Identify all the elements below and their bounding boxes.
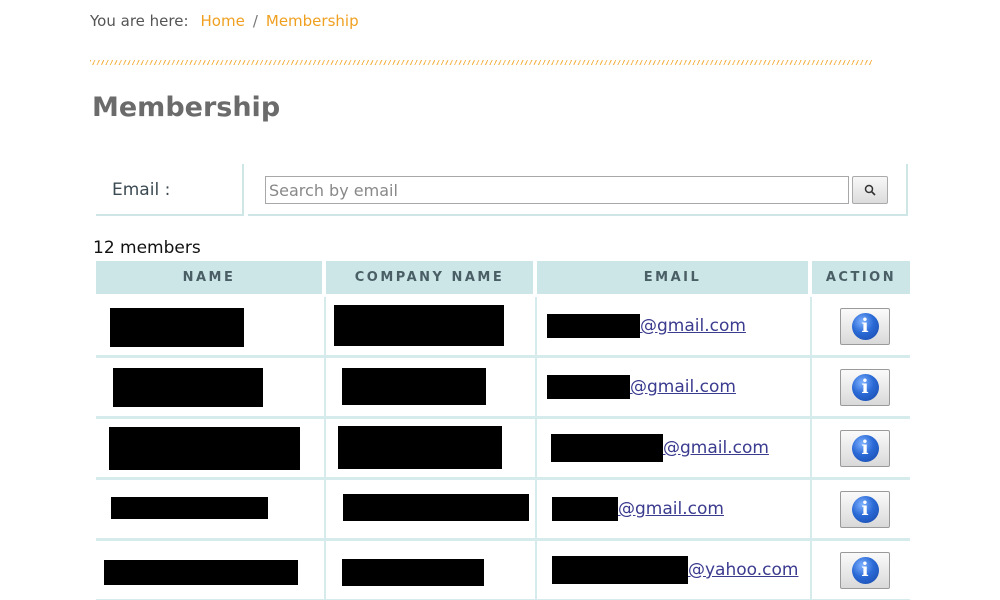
- name-cell: [96, 358, 326, 419]
- page-title: Membership: [92, 92, 281, 123]
- info-button[interactable]: i: [840, 308, 890, 345]
- breadcrumb: You are here: Home / Membership: [90, 12, 359, 30]
- company-cell: [326, 419, 537, 480]
- email-domain: @gmail.com: [618, 499, 724, 519]
- action-cell: i: [812, 419, 910, 480]
- redacted-email-user: [547, 314, 640, 338]
- breadcrumb-label: You are here:: [90, 12, 189, 30]
- email-link[interactable]: @yahoo.com: [552, 556, 799, 584]
- info-button[interactable]: i: [840, 369, 890, 406]
- info-icon: i: [851, 435, 879, 462]
- info-button[interactable]: i: [840, 430, 890, 467]
- action-cell: i: [812, 480, 910, 541]
- breadcrumb-separator: /: [252, 12, 258, 30]
- action-cell: i: [812, 297, 910, 358]
- redacted-company: [334, 305, 504, 346]
- name-cell: [96, 419, 326, 480]
- info-icon: i: [851, 374, 879, 401]
- company-cell: [326, 541, 537, 600]
- column-header-company[interactable]: COMPANY NAME: [326, 261, 537, 297]
- email-link[interactable]: @gmail.com: [547, 375, 736, 399]
- table-row: @gmail.com i: [96, 419, 910, 480]
- info-icon: i: [851, 557, 879, 584]
- column-header-action: ACTION: [812, 261, 910, 297]
- email-cell: @gmail.com: [537, 480, 812, 541]
- members-table: NAME COMPANY NAME EMAIL ACTION @gmail.co…: [96, 261, 910, 600]
- redacted-name: [113, 368, 263, 407]
- table-row: @gmail.com i: [96, 480, 910, 541]
- email-link[interactable]: @gmail.com: [547, 314, 746, 338]
- column-header-name[interactable]: NAME: [96, 261, 326, 297]
- redacted-name: [111, 497, 268, 519]
- redacted-email-user: [552, 497, 618, 521]
- email-cell: @gmail.com: [537, 297, 812, 358]
- email-domain: @gmail.com: [640, 316, 746, 336]
- info-icon: i: [851, 496, 879, 523]
- table-row: @gmail.com i: [96, 358, 910, 419]
- redacted-email-user: [547, 375, 630, 399]
- email-link[interactable]: @gmail.com: [552, 497, 724, 521]
- email-cell: @yahoo.com: [537, 541, 812, 600]
- action-cell: i: [812, 541, 910, 600]
- name-cell: [96, 480, 326, 541]
- info-button[interactable]: i: [840, 491, 890, 528]
- breadcrumb-current[interactable]: Membership: [266, 12, 359, 30]
- redacted-company: [342, 368, 486, 405]
- column-header-email[interactable]: EMAIL: [537, 261, 812, 297]
- redacted-company: [338, 426, 502, 469]
- email-label: Email :: [112, 180, 171, 200]
- table-row: @yahoo.com i: [96, 541, 910, 600]
- redacted-company: [342, 559, 484, 586]
- redacted-name: [109, 427, 300, 470]
- redacted-email-user: [551, 434, 663, 462]
- info-button[interactable]: i: [840, 552, 890, 589]
- decorative-divider: [90, 60, 873, 65]
- action-cell: i: [812, 358, 910, 419]
- breadcrumb-home-link[interactable]: Home: [201, 12, 245, 30]
- search-input-cell: [248, 164, 908, 216]
- email-cell: @gmail.com: [537, 358, 812, 419]
- company-cell: [326, 480, 537, 541]
- email-domain: @yahoo.com: [688, 560, 799, 580]
- search-label-cell: Email :: [96, 164, 244, 216]
- email-domain: @gmail.com: [630, 377, 736, 397]
- redacted-name: [104, 560, 298, 585]
- table-header-row: NAME COMPANY NAME EMAIL ACTION: [96, 261, 910, 297]
- table-row: @gmail.com i: [96, 297, 910, 358]
- redacted-email-user: [552, 556, 688, 584]
- email-search-form: Email :: [96, 164, 908, 216]
- name-cell: [96, 297, 326, 358]
- company-cell: [326, 358, 537, 419]
- member-count: 12 members: [93, 238, 201, 258]
- name-cell: [96, 541, 326, 600]
- search-icon: [864, 184, 876, 196]
- email-domain: @gmail.com: [663, 438, 769, 458]
- email-search-input[interactable]: [265, 176, 849, 204]
- search-button[interactable]: [852, 176, 888, 204]
- email-link[interactable]: @gmail.com: [551, 434, 769, 462]
- redacted-company: [343, 494, 529, 521]
- email-cell: @gmail.com: [537, 419, 812, 480]
- redacted-name: [110, 308, 244, 347]
- company-cell: [326, 297, 537, 358]
- info-icon: i: [851, 313, 879, 340]
